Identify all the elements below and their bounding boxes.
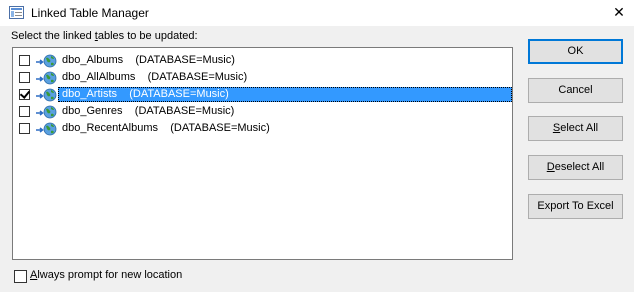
table-row-checkbox[interactable] xyxy=(19,55,30,66)
linked-table-globe-icon xyxy=(36,71,57,85)
table-source: (DATABASE=Music) xyxy=(129,88,229,100)
table-row-label: dbo_Albums (DATABASE=Music) xyxy=(60,53,237,68)
table-row-checkbox[interactable] xyxy=(19,72,30,83)
table-name: dbo_AllAlbums xyxy=(62,71,136,83)
table-row-checkbox[interactable] xyxy=(19,106,30,117)
linked-table-globe-icon xyxy=(36,122,57,136)
ok-button[interactable]: OK xyxy=(528,39,623,64)
table-row-label: dbo_RecentAlbums (DATABASE=Music) xyxy=(60,121,272,136)
table-row[interactable]: dbo_RecentAlbums (DATABASE=Music) xyxy=(16,121,512,137)
table-name: dbo_RecentAlbums xyxy=(62,122,159,134)
linked-tables-list[interactable]: dbo_Albums (DATABASE=Music) dbo_AllAlbums… xyxy=(12,47,513,260)
export-to-excel-button[interactable]: Export To Excel xyxy=(528,194,623,219)
table-row-label: dbo_Artists (DATABASE=Music) xyxy=(60,87,231,102)
table-row[interactable]: dbo_AllAlbums (DATABASE=Music) xyxy=(16,70,512,86)
linked-table-globe-icon xyxy=(36,88,57,102)
table-row-label: dbo_Genres (DATABASE=Music) xyxy=(60,104,236,119)
table-row[interactable]: dbo_Artists (DATABASE=Music) xyxy=(16,87,512,103)
title-bar: Linked Table Manager ✕ xyxy=(0,0,634,26)
linked-table-globe-icon xyxy=(36,54,57,68)
table-source: (DATABASE=Music) xyxy=(135,54,235,66)
linked-table-manager-icon xyxy=(9,6,24,19)
deselect-all-button[interactable]: Deselect All xyxy=(528,155,623,180)
table-source: (DATABASE=Music) xyxy=(147,71,248,83)
table-source: (DATABASE=Music) xyxy=(134,105,235,117)
close-button[interactable]: ✕ xyxy=(604,0,634,26)
table-row-checkbox[interactable] xyxy=(19,123,30,134)
always-prompt-checkbox-box[interactable] xyxy=(14,270,27,283)
table-source: (DATABASE=Music) xyxy=(170,122,270,134)
table-row[interactable]: dbo_Albums (DATABASE=Music) xyxy=(16,53,512,69)
linked-table-manager-dialog: Linked Table Manager ✕ Select the linked… xyxy=(0,0,634,292)
always-prompt-label[interactable]: Always prompt for new location xyxy=(30,269,182,281)
table-name: dbo_Albums xyxy=(62,54,124,66)
linked-table-globe-icon xyxy=(36,105,57,119)
table-row-checkbox[interactable] xyxy=(19,89,30,100)
table-name: dbo_Genres xyxy=(62,105,123,117)
table-row-label: dbo_AllAlbums (DATABASE=Music) xyxy=(60,70,249,85)
window-title: Linked Table Manager xyxy=(31,6,149,20)
cancel-button[interactable]: Cancel xyxy=(528,78,623,103)
table-row[interactable]: dbo_Genres (DATABASE=Music) xyxy=(16,104,512,120)
select-all-button[interactable]: Select All xyxy=(528,116,623,141)
table-name: dbo_Artists xyxy=(62,88,118,100)
instruction-label: Select the linked tables to be updated: xyxy=(11,30,198,42)
